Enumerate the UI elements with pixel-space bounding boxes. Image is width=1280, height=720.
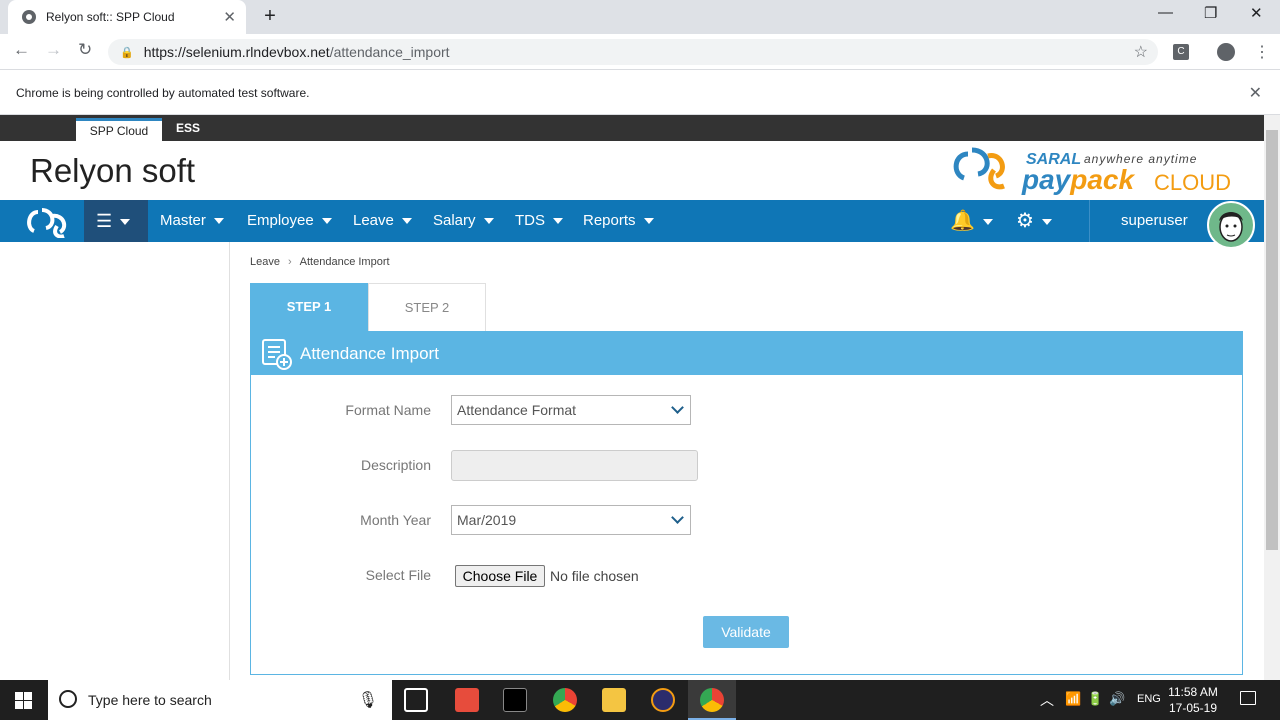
saral-paypack-logo: SARAL anywhere anytime paypack CLOUD — [950, 144, 1242, 196]
breadcrumb-leave[interactable]: Leave — [250, 256, 280, 268]
system-clock[interactable]: 11:58 AM 17-05-19 — [1166, 684, 1220, 716]
tray-chevron-up-icon[interactable]: ︿ — [1040, 690, 1054, 710]
back-arrow-icon[interactable]: ← — [13, 40, 30, 60]
minimize-icon[interactable]: — — [1158, 4, 1173, 21]
home-logo-icon[interactable] — [24, 206, 70, 238]
url-text: https://selenium.rlndevbox.net/attendanc… — [143, 44, 450, 60]
notifications-bell-icon[interactable]: 🔔 — [950, 200, 993, 242]
month-year-label: Month Year — [360, 512, 431, 528]
description-field[interactable] — [451, 450, 698, 481]
active-chrome-task[interactable] — [688, 680, 736, 720]
search-placeholder: Type here to search — [88, 692, 212, 708]
windows-taskbar: Type here to search 🎙 ︿ 📶 🔋 🔊 ENG 11:58 … — [0, 680, 1280, 720]
chevron-right-icon: › — [287, 256, 292, 268]
format-name-label: Format Name — [345, 402, 431, 418]
browser-menu-icon[interactable]: ⋮ — [1254, 42, 1270, 62]
hamburger-menu-button[interactable]: ☰ — [84, 200, 148, 242]
tab-ess[interactable]: ESS — [176, 121, 200, 135]
company-name: Relyon soft — [30, 152, 196, 189]
restore-icon[interactable]: ❐ — [1204, 4, 1217, 22]
user-avatar-icon — [1219, 212, 1243, 242]
microphone-icon[interactable]: 🎙 — [358, 690, 378, 710]
app-red-icon[interactable] — [455, 688, 479, 712]
site-favicon-icon — [22, 10, 36, 24]
infobar-text: Chrome is being controlled by automated … — [16, 86, 310, 100]
panel-title: Attendance Import — [300, 344, 439, 363]
windows-start-icon[interactable] — [15, 692, 32, 709]
left-sidebar — [0, 242, 230, 680]
volume-icon[interactable]: 🔊 — [1109, 691, 1125, 707]
omnibox[interactable]: 🔒 https://selenium.rlndevbox.net/attenda… — [108, 39, 1158, 65]
cortana-icon — [59, 690, 77, 708]
nav-leave[interactable]: Leave — [353, 200, 412, 242]
file-explorer-icon[interactable] — [602, 688, 626, 712]
automation-infobar: Chrome is being controlled by automated … — [0, 71, 1280, 115]
forward-arrow-icon[interactable]: → — [45, 40, 62, 60]
terminal-icon[interactable] — [503, 688, 527, 712]
chevron-down-icon — [671, 511, 684, 524]
chrome-icon — [700, 688, 724, 712]
infobar-close-icon[interactable]: ✕ — [1249, 83, 1262, 103]
tab-step-2[interactable]: STEP 2 — [368, 283, 486, 331]
action-center-icon[interactable] — [1240, 691, 1256, 705]
eclipse-icon[interactable] — [651, 688, 675, 712]
chrome-icon[interactable] — [553, 688, 577, 712]
bookmark-star-icon[interactable]: ☆ — [1134, 42, 1148, 62]
profile-icon[interactable] — [1217, 43, 1235, 61]
hamburger-icon: ☰ — [96, 211, 113, 231]
task-view-icon[interactable] — [404, 688, 428, 712]
tab-spp-cloud[interactable]: SPP Cloud — [76, 118, 162, 141]
month-year-select[interactable]: Mar/2019 — [451, 505, 691, 535]
main-navbar: ☰ Master Employee Leave Salary TDS Repor… — [0, 200, 1264, 249]
validate-button[interactable]: Validate — [703, 616, 789, 648]
format-name-select[interactable]: Attendance Format — [451, 395, 691, 425]
paypack-logo-icon — [953, 147, 1005, 190]
username-label[interactable]: superuser — [1121, 200, 1188, 242]
breadcrumb-current: Attendance Import — [299, 256, 390, 268]
wifi-icon[interactable]: 📶 — [1065, 691, 1081, 707]
taskbar-search-box[interactable]: Type here to search 🎙 — [48, 680, 392, 720]
window-close-icon[interactable]: ✕ — [1250, 4, 1263, 22]
breadcrumb: Leave › Attendance Import — [250, 256, 390, 268]
tab-step-1[interactable]: STEP 1 — [250, 283, 368, 331]
scrollbar-thumb[interactable] — [1266, 130, 1278, 550]
language-indicator[interactable]: ENG — [1137, 693, 1161, 705]
nav-employee[interactable]: Employee — [247, 200, 332, 242]
chevron-down-icon — [671, 401, 684, 414]
nav-master[interactable]: Master — [160, 200, 224, 242]
browser-tab[interactable]: Relyon soft:: SPP Cloud ✕ — [8, 0, 246, 34]
reload-icon[interactable]: ↻ — [78, 40, 92, 60]
tab-title: Relyon soft:: SPP Cloud — [46, 10, 175, 24]
new-tab-icon[interactable]: + — [260, 5, 280, 28]
extension-icon[interactable]: C — [1173, 44, 1189, 60]
battery-icon[interactable]: 🔋 — [1087, 691, 1103, 707]
settings-gear-icon[interactable]: ⚙ — [1016, 200, 1052, 242]
nav-salary[interactable]: Salary — [433, 200, 494, 242]
avatar[interactable] — [1207, 201, 1255, 249]
description-label: Description — [360, 457, 431, 473]
tab-close-icon[interactable]: ✕ — [223, 8, 236, 26]
panel-header: Attendance Import — [250, 331, 1243, 375]
list-add-icon — [262, 339, 292, 370]
choose-file-button[interactable]: Choose File — [455, 565, 545, 587]
nav-reports[interactable]: Reports — [583, 200, 654, 242]
nav-tds[interactable]: TDS — [515, 200, 563, 242]
select-file-label: Select File — [365, 567, 431, 583]
file-status-text: No file chosen — [550, 568, 639, 584]
lock-icon: 🔒 — [120, 46, 134, 59]
nav-divider — [1089, 200, 1090, 242]
